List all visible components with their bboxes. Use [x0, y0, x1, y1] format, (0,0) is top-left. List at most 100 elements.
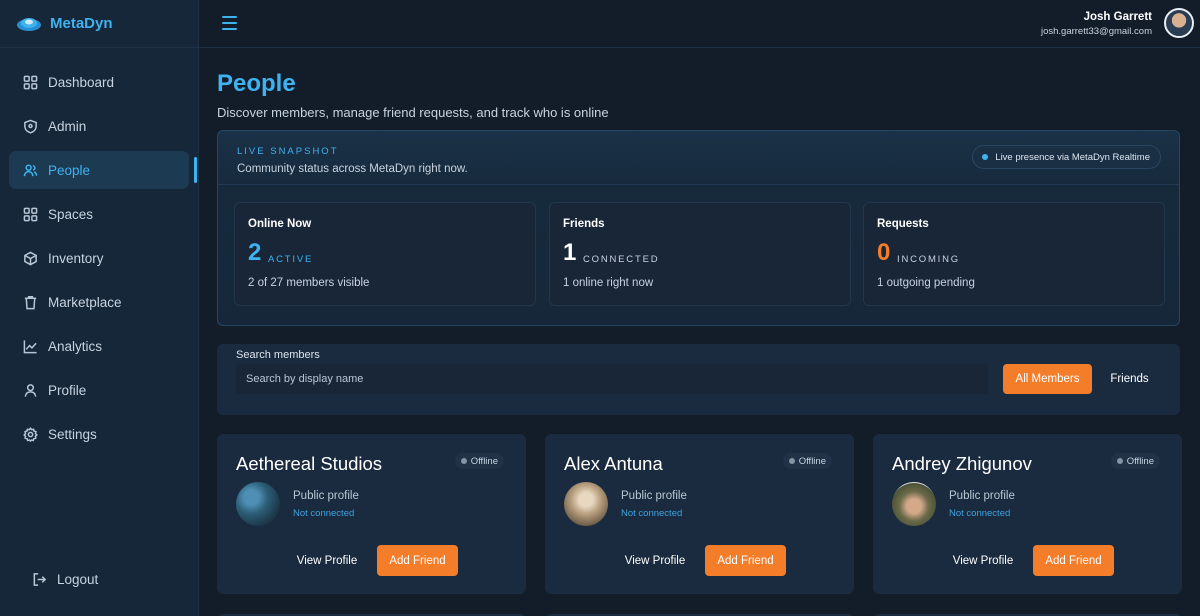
presence-label: Live presence via MetaDyn Realtime [995, 151, 1150, 163]
status-dot-icon [788, 458, 795, 464]
stat-unit: CONNECTED [583, 254, 660, 265]
stat-unit: INCOMING [897, 254, 960, 265]
view-profile-button[interactable]: View Profile [615, 545, 695, 576]
status-badge: Offline [1110, 453, 1160, 469]
sidebar-item-label: Admin [48, 118, 87, 134]
stat-label: Requests [877, 218, 929, 230]
connection-status: Not connected [949, 508, 1011, 519]
sidebar-item-settings[interactable]: Settings [9, 415, 189, 453]
view-profile-button[interactable]: View Profile [287, 545, 367, 576]
sidebar-item-dashboard[interactable]: Dashboard [9, 63, 189, 101]
sidebar-nav: Dashboard Admin People Spaces Inventory … [0, 48, 198, 453]
menu-toggle-icon[interactable] [222, 16, 237, 30]
sidebar-item-label: Analytics [48, 338, 103, 354]
sidebar-item-label: Spaces [48, 206, 94, 222]
stat-label: Friends [563, 218, 605, 230]
avatar[interactable] [236, 482, 280, 526]
brand-name: MetaDyn [50, 15, 113, 32]
snapshot-header: LIVE SNAPSHOT Community status across Me… [218, 131, 1179, 185]
stat-unit: ACTIVE [268, 254, 314, 265]
sidebar-item-label: Dashboard [48, 74, 115, 90]
logout-button[interactable]: Logout [18, 560, 199, 598]
user-email: josh.garrett33@gmail.com [1040, 26, 1152, 37]
sidebar-item-marketplace[interactable]: Marketplace [9, 283, 189, 321]
status-dot-icon [460, 458, 467, 464]
add-friend-button[interactable]: Add Friend [377, 545, 458, 576]
sidebar: MetaDyn Dashboard Admin People Spaces In… [0, 0, 199, 616]
sidebar-item-people[interactable]: People [9, 151, 197, 189]
filter-friends-button[interactable]: Friends [1102, 364, 1157, 394]
sidebar-item-label: Inventory [48, 250, 104, 266]
member-name: Andrey Zhigunov [892, 453, 1032, 474]
view-profile-button[interactable]: View Profile [943, 545, 1023, 576]
sidebar-item-label: Settings [48, 426, 97, 442]
sidebar-item-label: Marketplace [48, 294, 122, 310]
add-friend-button[interactable]: Add Friend [705, 545, 786, 576]
sidebar-item-profile[interactable]: Profile [9, 371, 189, 409]
brand[interactable]: MetaDyn [0, 0, 198, 48]
member-name: Alex Antuna [564, 453, 663, 474]
main-content: People Discover members, manage friend r… [199, 48, 1200, 616]
filter-all-members-button[interactable]: All Members [1003, 364, 1092, 394]
sidebar-item-admin[interactable]: Admin [9, 107, 189, 145]
sidebar-item-analytics[interactable]: Analytics [9, 327, 189, 365]
dashboard-grid-icon [22, 74, 38, 90]
user-name: Josh Garrett [1083, 11, 1152, 23]
snapshot-kicker: LIVE SNAPSHOT [237, 146, 339, 157]
grid-icon [22, 206, 38, 222]
people-icon [22, 162, 38, 178]
sidebar-item-inventory[interactable]: Inventory [9, 239, 189, 277]
member-card: Alex Antuna Offline Public profile Not c… [545, 434, 854, 594]
connection-status: Not connected [293, 508, 355, 519]
status-badge: Offline [782, 453, 832, 469]
stat-value: 1 [563, 239, 577, 266]
page-subtitle: Discover members, manage friend requests… [217, 105, 609, 120]
stat-card-online: Online Now 2 ACTIVE 2 of 27 members visi… [234, 202, 536, 306]
search-input[interactable] [236, 364, 988, 394]
sidebar-item-label: Profile [48, 382, 87, 398]
status-dot-icon [1116, 458, 1123, 464]
presence-dot-icon [982, 154, 989, 160]
member-name: Aethereal Studios [236, 453, 383, 474]
search-panel: Search members All Members Friends [217, 344, 1180, 415]
stat-value: 2 [248, 239, 262, 266]
cube-icon [22, 250, 38, 266]
status-label: Offline [1126, 455, 1154, 467]
search-label: Search members [236, 349, 320, 361]
connection-status: Not connected [621, 508, 683, 519]
metadyn-logo-icon [17, 17, 41, 31]
logout-label: Logout [57, 571, 99, 587]
status-label: Offline [470, 455, 498, 467]
avatar[interactable] [1164, 8, 1194, 38]
line-chart-icon [22, 338, 38, 354]
status-label: Offline [798, 455, 826, 467]
avatar[interactable] [892, 482, 936, 526]
user-icon [22, 382, 38, 398]
stat-footnote: 2 of 27 members visible [248, 277, 370, 289]
snapshot-description: Community status across MetaDyn right no… [237, 163, 468, 175]
stat-value: 0 [877, 239, 891, 266]
top-bar: Josh Garrett josh.garrett33@gmail.com [199, 0, 1200, 48]
stat-card-requests: Requests 0 INCOMING 1 outgoing pending [863, 202, 1165, 306]
user-menu[interactable]: Josh Garrett josh.garrett33@gmail.com [1041, 11, 1152, 37]
member-card: Andrey Zhigunov Offline Public profile N… [873, 434, 1182, 594]
stat-footnote: 1 outgoing pending [877, 277, 975, 289]
stat-label: Online Now [248, 218, 312, 230]
sidebar-item-spaces[interactable]: Spaces [9, 195, 189, 233]
presence-badge: Live presence via MetaDyn Realtime [972, 145, 1161, 169]
stat-card-friends: Friends 1 CONNECTED 1 online right now [549, 202, 851, 306]
avatar[interactable] [564, 482, 608, 526]
profile-visibility: Public profile [621, 490, 687, 502]
member-card: Aethereal Studios Offline Public profile… [217, 434, 526, 594]
stat-footnote: 1 online right now [563, 277, 654, 289]
live-snapshot-panel: LIVE SNAPSHOT Community status across Me… [217, 130, 1180, 326]
profile-visibility: Public profile [949, 490, 1015, 502]
gear-icon [22, 426, 38, 442]
sidebar-item-label: People [48, 162, 91, 178]
page-title: People [217, 70, 296, 97]
shield-icon [22, 118, 38, 134]
status-badge: Offline [454, 453, 504, 469]
trash-bag-icon [22, 294, 38, 310]
profile-visibility: Public profile [293, 490, 359, 502]
add-friend-button[interactable]: Add Friend [1033, 545, 1114, 576]
